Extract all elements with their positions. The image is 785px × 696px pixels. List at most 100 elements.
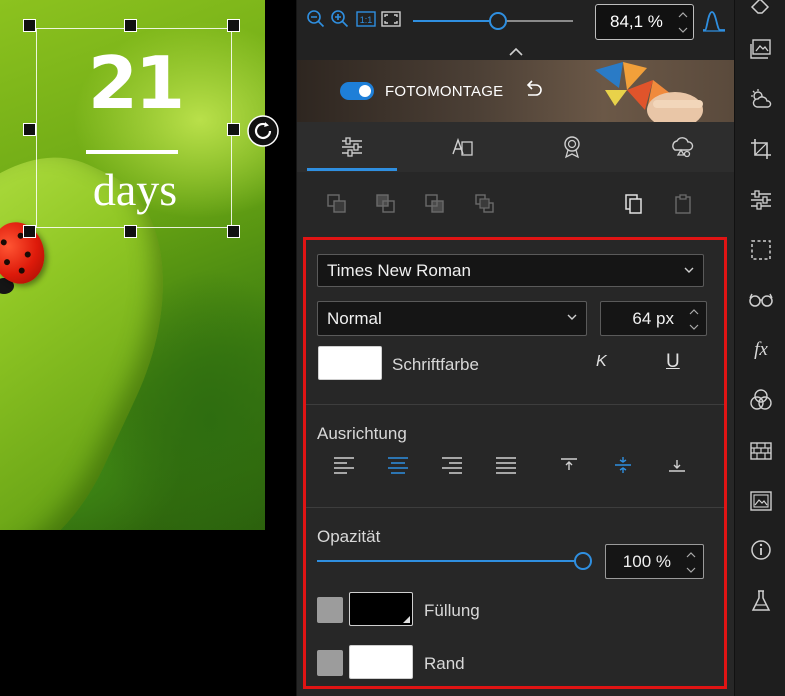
toggle-knob [359, 85, 371, 97]
rotate-handle-icon[interactable] [246, 114, 280, 148]
font-family-value: Times New Roman [327, 260, 471, 280]
border-label: Rand [424, 654, 465, 673]
image-stack-icon[interactable] [748, 36, 774, 62]
fotomontage-toggle[interactable] [340, 82, 374, 100]
fx-icon[interactable]: fx [748, 337, 774, 363]
resize-handle-top-left[interactable] [23, 19, 36, 32]
font-style-dropdown[interactable]: Normal [317, 301, 587, 336]
canvas-photo[interactable]: 21 days [0, 0, 265, 530]
panel-tabs [297, 122, 735, 172]
zoom-in-icon[interactable] [330, 9, 350, 29]
send-to-back-icon[interactable] [473, 192, 497, 216]
opacity-value-field[interactable]: 100 % [605, 544, 704, 579]
opacity-value: 100 % [622, 551, 671, 571]
opacity-label: Opazität [317, 527, 381, 546]
align-right-icon[interactable] [439, 454, 465, 476]
properties-panel: 1:1 84,1 % FOTOMONTAGE Times New Roman N… [296, 0, 735, 696]
overlay-number-text[interactable]: 21 [37, 47, 233, 119]
tab-adjustments[interactable] [302, 122, 402, 172]
selection-icon[interactable] [748, 237, 774, 263]
font-style-value: Normal [327, 308, 382, 328]
active-tab-indicator [307, 168, 397, 171]
font-size-field[interactable]: 64 px [600, 301, 707, 336]
opacity-slider-thumb[interactable] [574, 552, 592, 570]
histogram-icon[interactable] [701, 6, 727, 34]
opacity-up-icon[interactable] [685, 550, 697, 560]
bring-forward-icon[interactable] [374, 192, 398, 216]
fit-screen-icon[interactable] [381, 9, 401, 29]
zoom-down-arrow-icon[interactable] [677, 25, 689, 35]
resize-handle-bottom-right[interactable] [227, 225, 240, 238]
fill-label: Füllung [424, 601, 480, 620]
fill-checkbox[interactable] [317, 597, 343, 623]
resize-handle-bottom-left[interactable] [23, 225, 36, 238]
fotomontage-banner: FOTOMONTAGE [297, 60, 735, 122]
eraser-icon[interactable] [748, 0, 774, 18]
image-frame-icon[interactable] [748, 488, 774, 514]
tab-shapes[interactable] [632, 122, 732, 172]
shapes-icon [672, 137, 694, 158]
tangram-illustration [595, 62, 703, 122]
photo-editor-window: 21 days 1:1 84,1 % FOTOMONTAGE Times New… [0, 0, 785, 696]
resize-handle-right[interactable] [227, 123, 240, 136]
border-color-swatch[interactable] [349, 645, 413, 679]
brick-wall-icon[interactable] [748, 438, 774, 464]
adjust-icon[interactable] [748, 187, 774, 213]
opacity-down-icon[interactable] [685, 565, 697, 575]
zoom-value-text: 84,1 % [610, 12, 663, 31]
collapse-chevron-up-icon[interactable] [507, 45, 525, 59]
zoom-up-arrow-icon[interactable] [677, 10, 689, 20]
glasses-icon[interactable] [748, 287, 774, 313]
flask-icon[interactable] [748, 588, 774, 614]
arrange-toolbar [297, 172, 735, 236]
font-size-up-icon[interactable] [688, 307, 700, 317]
font-color-label: Schriftfarbe [392, 355, 479, 374]
align-left-icon[interactable] [331, 454, 357, 476]
text-icon [452, 137, 473, 156]
resize-handle-bottom[interactable] [124, 225, 137, 238]
undo-icon[interactable] [522, 79, 544, 101]
svg-text:1:1: 1:1 [360, 15, 373, 25]
tools-sidebar: fx [734, 0, 785, 696]
resize-handle-top[interactable] [124, 19, 137, 32]
swatch-corner-icon [403, 616, 410, 623]
zoom-out-icon[interactable] [306, 9, 326, 29]
section-divider [306, 404, 724, 405]
resize-handle-left[interactable] [23, 123, 36, 136]
sliders-icon [342, 137, 362, 157]
chevron-down-icon [567, 314, 577, 320]
opacity-slider-track[interactable] [317, 560, 581, 562]
valign-bottom-icon[interactable] [664, 454, 690, 476]
copy-icon[interactable] [622, 192, 646, 216]
badge-icon [564, 136, 580, 159]
zoom-value-field[interactable]: 84,1 % [595, 4, 694, 40]
font-color-swatch[interactable] [318, 346, 382, 380]
info-icon[interactable] [748, 537, 774, 563]
zoom-slider-thumb[interactable] [488, 12, 507, 30]
fotomontage-label: FOTOMONTAGE [385, 83, 504, 100]
italic-button[interactable]: K [596, 353, 607, 371]
font-family-dropdown[interactable]: Times New Roman [317, 254, 704, 287]
weather-icon[interactable] [748, 86, 774, 112]
paste-icon[interactable] [672, 192, 696, 216]
color-circles-icon[interactable] [748, 387, 774, 413]
collapse-row [297, 44, 735, 60]
border-checkbox[interactable] [317, 650, 343, 676]
crop-icon[interactable] [748, 136, 774, 162]
text-layer-bounding-box[interactable]: 21 days [36, 28, 232, 228]
align-justify-icon[interactable] [493, 454, 519, 476]
tab-badge[interactable] [522, 122, 622, 172]
valign-top-icon[interactable] [556, 454, 582, 476]
resize-handle-top-right[interactable] [227, 19, 240, 32]
tab-text[interactable] [412, 122, 512, 172]
overlay-sub-text[interactable]: days [37, 167, 233, 213]
send-backward-icon[interactable] [423, 192, 447, 216]
chevron-down-icon [684, 267, 694, 273]
valign-middle-icon[interactable] [610, 454, 636, 476]
bring-to-front-icon[interactable] [325, 192, 349, 216]
underline-button[interactable]: U [666, 351, 680, 373]
align-center-icon[interactable] [385, 454, 411, 476]
actual-size-icon[interactable]: 1:1 [356, 9, 376, 29]
fill-color-swatch[interactable] [349, 592, 413, 626]
font-size-down-icon[interactable] [688, 322, 700, 332]
